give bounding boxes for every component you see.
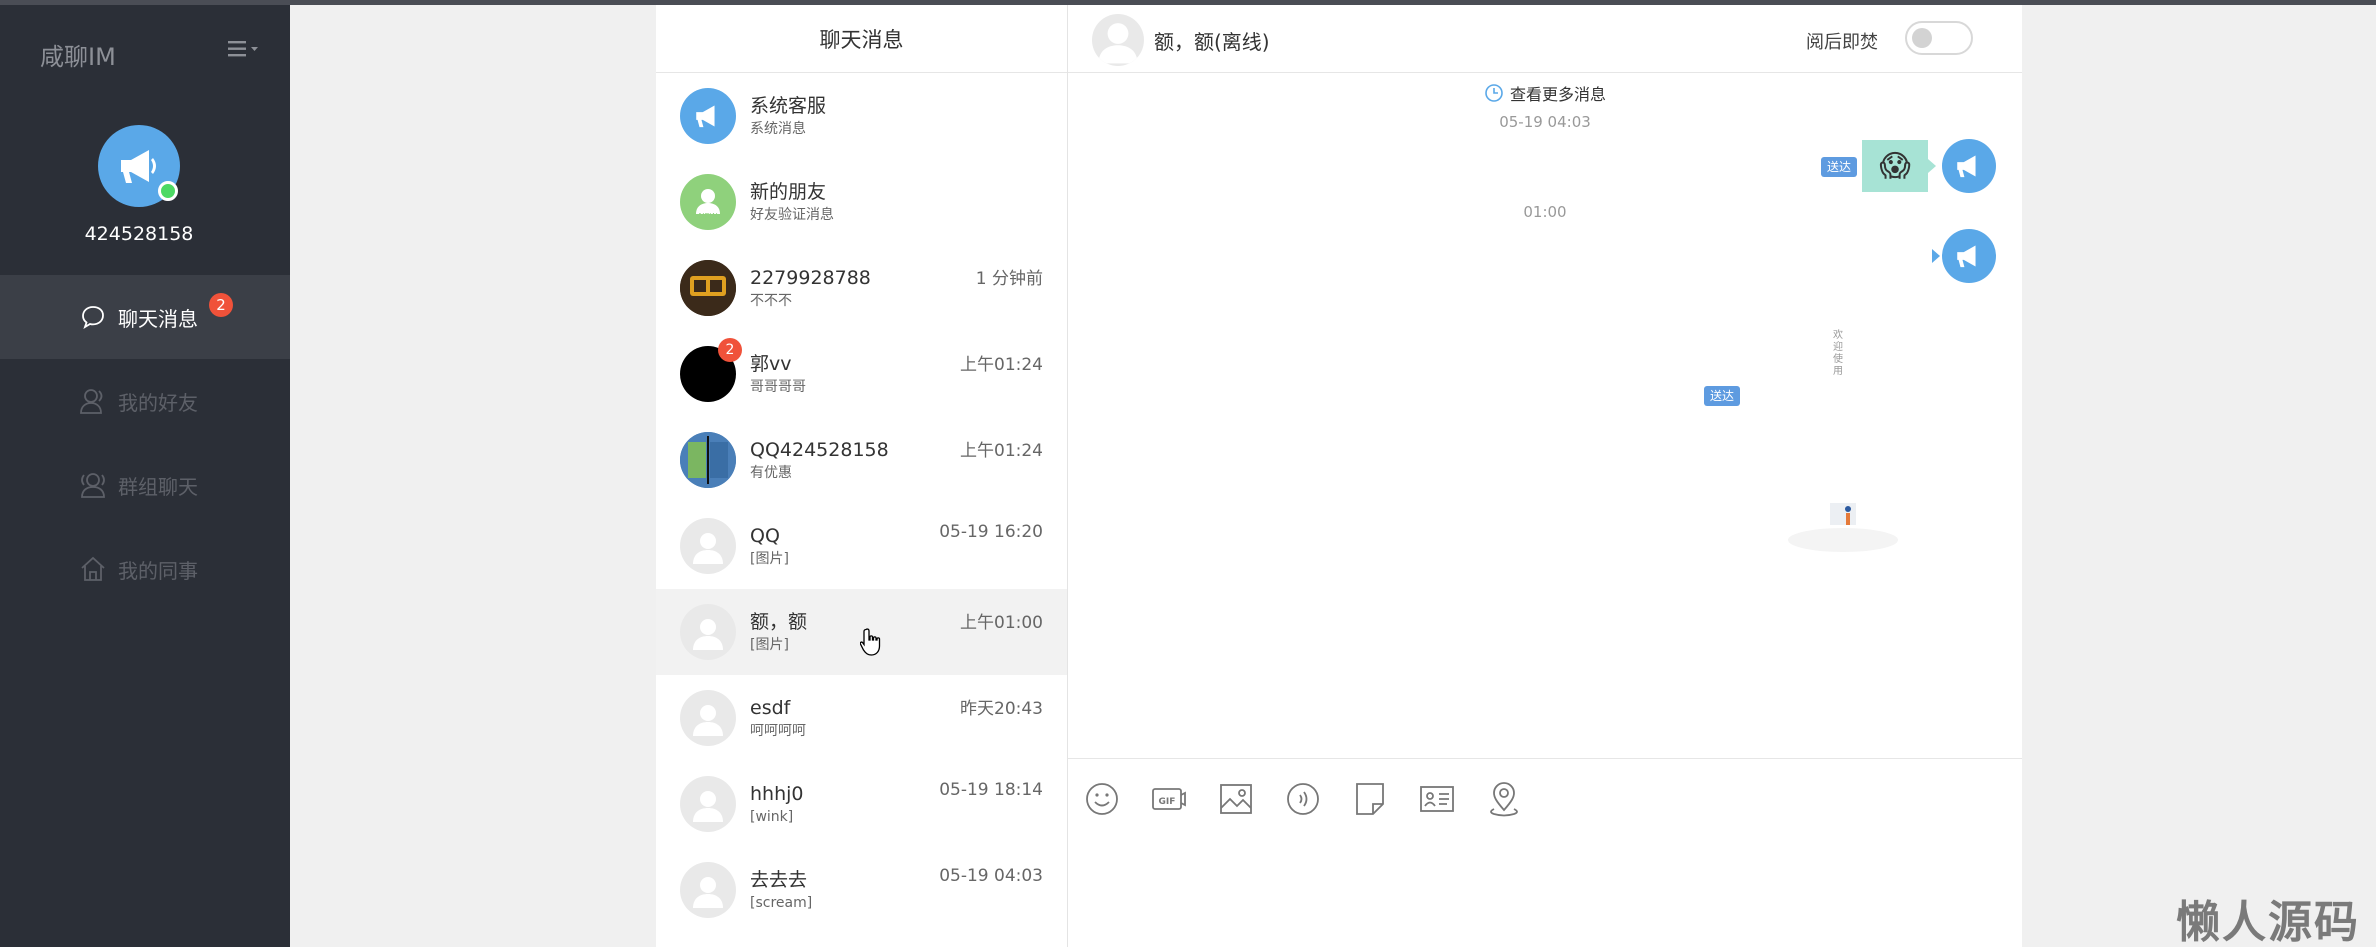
delivered-badge: 送达 xyxy=(1821,157,1858,177)
megaphone-icon xyxy=(1957,245,1976,268)
conversation-time: 上午01:00 xyxy=(960,613,1043,633)
avatar xyxy=(680,260,736,316)
conversation-item[interactable]: hhhj0 [wink] 05-19 18:14 xyxy=(656,761,1067,847)
online-status-dot xyxy=(158,181,178,201)
menu-toggle-icon[interactable] xyxy=(228,39,264,61)
unread-count-badge: 2 xyxy=(209,293,233,317)
message-input-area[interactable]: GIF xyxy=(1068,758,2022,947)
avatar: 2 xyxy=(680,338,742,402)
default-avatar-icon xyxy=(680,518,736,574)
conversation-preview: 系统消息 xyxy=(750,120,806,137)
nav-label-colleagues: 我的同事 xyxy=(118,558,198,583)
conversation-preview: 不不不 xyxy=(750,292,792,309)
watermark-text: 懒人源码 xyxy=(2176,897,2360,947)
conversation-time: 上午01:24 xyxy=(960,355,1043,375)
contact-avatar[interactable] xyxy=(1092,14,1144,66)
welcome-vertical-text: 欢迎使用 xyxy=(1833,330,1843,377)
sidebar: 咸聊IM 424528158 聊天消息 2 我的好友 群组聊天 我的同事 xyxy=(0,5,290,947)
megaphone-icon xyxy=(121,150,156,183)
new-friend-icon: NEW xyxy=(680,174,736,230)
conversation-preview: [scream] xyxy=(750,894,813,911)
audio-icon[interactable] xyxy=(1281,777,1325,821)
megaphone-icon xyxy=(680,88,736,144)
default-avatar-icon xyxy=(680,776,736,832)
conversation-preview: 有优惠 xyxy=(750,464,792,481)
default-avatar-icon xyxy=(680,862,736,918)
nav-item-chat[interactable]: 聊天消息 2 xyxy=(0,275,290,359)
svg-text:NEW: NEW xyxy=(699,212,718,221)
card-icon[interactable] xyxy=(1415,777,1459,821)
conversation-item[interactable]: 2279928788 不不不 1 分钟前 xyxy=(656,245,1067,331)
bubble-tail xyxy=(1932,249,1940,263)
hand-cursor-icon xyxy=(859,627,884,661)
conversation-list-title: 聊天消息 xyxy=(656,5,1067,73)
nav-item-groups[interactable]: 群组聊天 xyxy=(0,443,290,527)
conversation-item[interactable]: 2 郭vv 哥哥哥哥 上午01:24 xyxy=(656,331,1067,417)
conversation-item[interactable]: NEW 新的朋友 好友验证消息 xyxy=(656,159,1067,245)
conversation-preview: 呵呵呵呵 xyxy=(750,722,806,739)
nav-label-groups: 群组聊天 xyxy=(118,474,198,499)
default-avatar-icon xyxy=(680,604,736,660)
svg-text:GIF: GIF xyxy=(1159,797,1176,807)
conversation-item[interactable]: QQ424528158 有优惠 上午01:24 xyxy=(656,417,1067,503)
conversation-preview: 哥哥哥哥 xyxy=(750,378,806,395)
load-more-label: 查看更多消息 xyxy=(1510,85,1607,104)
gif-icon[interactable]: GIF xyxy=(1147,777,1191,821)
load-more-messages-link[interactable]: 查看更多消息 xyxy=(1484,81,1606,105)
conversation-item[interactable]: 系统客服 系统消息 xyxy=(656,73,1067,159)
user-icon xyxy=(78,386,108,416)
unread-badge: 2 xyxy=(718,338,742,362)
chat-bubble-icon xyxy=(78,302,108,332)
file-icon[interactable] xyxy=(1348,777,1392,821)
input-toolbar: GIF xyxy=(1080,777,1549,821)
delivered-badge: 送达 xyxy=(1704,386,1741,406)
conversation-name: 系统客服 xyxy=(750,94,827,117)
conversation-preview: [图片] xyxy=(750,636,789,653)
home-icon xyxy=(78,554,108,584)
group-icon xyxy=(78,470,108,500)
message-timestamp: 05-19 04:03 xyxy=(1499,113,1591,131)
message-timestamp: 01:00 xyxy=(1523,203,1567,221)
bubble-tail xyxy=(1928,159,1936,173)
conversation-time: 昨天20:43 xyxy=(960,699,1043,719)
megaphone-icon xyxy=(1957,155,1976,178)
smile-icon[interactable] xyxy=(1080,777,1124,821)
conversation-time: 05-19 04:03 xyxy=(939,866,1043,886)
nav-label-chat: 聊天消息 xyxy=(118,306,198,331)
conversation-list-panel: 聊天消息 系统客服 系统消息 NEW 新的朋友 好友验证消息 227992878… xyxy=(656,5,1068,947)
sender-avatar[interactable] xyxy=(1942,229,1996,283)
conversation-preview: [wink] xyxy=(750,808,794,825)
nav-item-friends[interactable]: 我的好友 xyxy=(0,359,290,443)
conversation-item[interactable]: esdf 呵呵呵呵 昨天20:43 xyxy=(656,675,1067,761)
conversation-time: 05-19 16:20 xyxy=(939,522,1043,542)
conversation-time: 上午01:24 xyxy=(960,441,1043,461)
conversation-preview: 好友验证消息 xyxy=(750,206,834,223)
nav-label-friends: 我的好友 xyxy=(118,390,198,415)
conversation-item[interactable]: QQ [图片] 05-19 16:20 xyxy=(656,503,1067,589)
brand-title: 咸聊IM xyxy=(40,43,116,71)
conversation-time: 1 分钟前 xyxy=(975,269,1043,289)
avatar xyxy=(680,432,736,488)
toggle-knob xyxy=(1912,28,1932,48)
conversation-preview: [图片] xyxy=(750,550,789,567)
emoji-message-bubble[interactable]: 😱 xyxy=(1862,140,1928,192)
chat-title: 额，额(离线) xyxy=(1154,30,1270,54)
user-id: 424528158 xyxy=(84,223,194,245)
location-icon[interactable] xyxy=(1482,777,1526,821)
burn-after-reading-label: 阅后即焚 xyxy=(1806,32,1878,53)
sender-avatar[interactable] xyxy=(1942,139,1996,193)
conversation-name: 新的朋友 xyxy=(750,180,827,203)
image-message-thumbnail[interactable] xyxy=(1778,485,1908,555)
conversation-time: 05-19 18:14 xyxy=(939,780,1043,800)
chat-header: 额，额(离线) 阅后即焚 xyxy=(1068,5,2022,73)
burn-after-reading-toggle[interactable] xyxy=(1905,21,1973,55)
nav-item-colleagues[interactable]: 我的同事 xyxy=(0,527,290,611)
conversation-item-selected[interactable]: 额，额 [图片] 上午01:00 xyxy=(656,589,1067,675)
chat-window: 额，额(离线) 阅后即焚 查看更多消息 05-19 04:03 送达 😱 01:… xyxy=(1068,5,2022,947)
image-icon[interactable] xyxy=(1214,777,1258,821)
default-avatar-icon xyxy=(680,690,736,746)
conversation-item[interactable]: 去去去 [scream] 05-19 04:03 xyxy=(656,847,1067,933)
clock-icon xyxy=(1485,84,1503,102)
